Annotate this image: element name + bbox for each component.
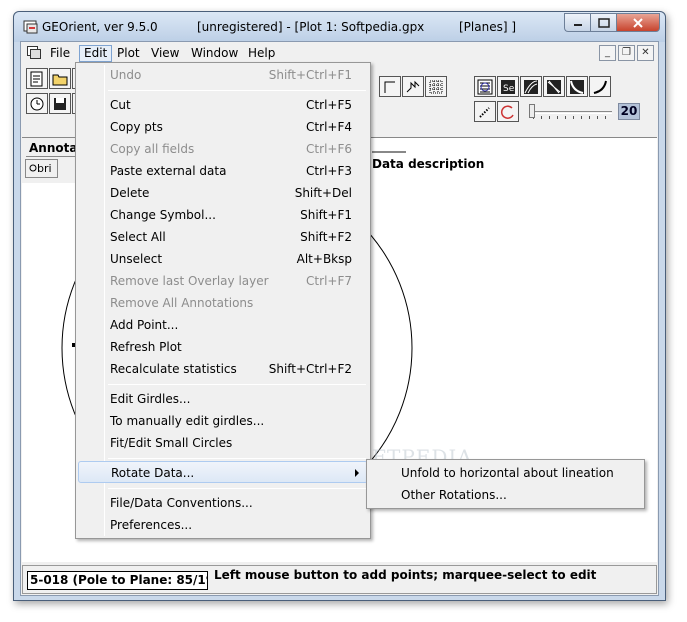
edit-menu-dropdown: Undo Shift+Ctrl+F1 Cut Ctrl+F5 Copy pts Ctr… — [75, 62, 371, 539]
menu-item-refresh-plot[interactable]: Refresh Plot — [78, 336, 368, 358]
se-icon: Se — [501, 79, 515, 94]
menu-item-delete[interactable]: Delete Shift+Del — [78, 182, 368, 204]
menu-item-rotate-data[interactable]: Rotate Data... — [78, 461, 368, 483]
rotate-submenu: Unfold to horizontal about lineation Oth… — [366, 459, 645, 509]
document-icon[interactable] — [27, 46, 41, 59]
toolbar-tool-3-button[interactable] — [425, 76, 447, 97]
menu-separator — [108, 384, 366, 385]
toolbar-circle-button[interactable] — [497, 101, 519, 122]
menu-separator — [108, 488, 366, 489]
caption-buttons — [564, 13, 660, 32]
mdi-close-button[interactable]: ✕ — [637, 45, 654, 61]
bracket-icon — [384, 81, 395, 93]
menu-item-recalculate[interactable]: Recalculate statistics Shift+Ctrl+F2 — [78, 358, 368, 380]
toolbar-save-button[interactable] — [49, 93, 71, 114]
close-icon — [633, 17, 643, 28]
size-slider-thumb[interactable] — [529, 104, 535, 118]
submenu-arrow-icon — [355, 469, 359, 477]
menu-separator — [108, 458, 366, 459]
projection-icon — [570, 79, 584, 94]
menu-item-file-conventions[interactable]: File/Data Conventions... — [78, 492, 368, 514]
menu-item-select-all[interactable]: Select All Shift+F2 — [78, 226, 368, 248]
toolbar-tool-1-button[interactable] — [379, 76, 401, 97]
toolbar-projection-button[interactable] — [566, 76, 588, 97]
data-description-line — [372, 151, 406, 153]
menu-item-remove-annotations[interactable]: Remove All Annotations — [78, 292, 368, 314]
minimize-icon — [573, 23, 582, 26]
data-description-label: Data description — [372, 157, 485, 171]
toolbar-rose-button[interactable] — [543, 76, 565, 97]
toolbar-stats-button[interactable] — [474, 76, 496, 97]
size-slider-track[interactable] — [530, 111, 612, 114]
menu-window[interactable]: Window — [186, 45, 243, 62]
save-disk-icon — [54, 97, 66, 110]
menu-item-unselect[interactable]: Unselect Alt+Bksp — [78, 248, 368, 270]
status-message: Left mouse button to add points; marquee… — [214, 568, 597, 582]
menu-item-change-symbol[interactable]: Change Symbol... Shift+F1 — [78, 204, 368, 226]
status-bar: 5-018 (Pole to Plane: 85/198) Left mouse… — [22, 565, 657, 594]
minimize-button[interactable] — [564, 13, 590, 32]
title-bar[interactable]: GEOrient, ver 9.5.0 [unregistered] - [Pl… — [14, 12, 665, 42]
menu-item-manual-girdles[interactable]: To manually edit girdles... — [78, 410, 368, 432]
size-slider-ticks — [533, 116, 611, 119]
toolbar-dots-button[interactable] — [474, 101, 496, 122]
toolbar-clock-button[interactable] — [26, 93, 48, 114]
annotation-button[interactable]: bri — [25, 159, 58, 178]
annotation-icon — [29, 164, 37, 172]
grid-icon — [429, 80, 443, 93]
app-icon — [23, 20, 38, 34]
menu-item-preferences[interactable]: Preferences... — [78, 514, 368, 536]
menu-separator — [108, 90, 366, 91]
submenu-item-unfold[interactable]: Unfold to horizontal about lineation — [369, 462, 642, 484]
menu-help[interactable]: Help — [243, 45, 280, 62]
menu-item-undo[interactable]: Undo Shift+Ctrl+F1 — [78, 64, 368, 86]
menu-bar: File Edit Plot View Window Help _ ❐ ✕ — [21, 42, 658, 64]
menu-item-paste-external[interactable]: Paste external data Ctrl+F3 — [78, 160, 368, 182]
open-folder-icon — [52, 74, 68, 85]
maximize-icon — [597, 17, 610, 28]
menu-item-edit-girdles[interactable]: Edit Girdles... — [78, 388, 368, 410]
svg-text:Se: Se — [503, 84, 515, 94]
clock-icon — [30, 97, 44, 110]
menu-file[interactable]: File — [45, 45, 75, 62]
menu-edit[interactable]: Edit — [79, 45, 113, 62]
toolbar-open-button[interactable] — [49, 68, 71, 89]
toolbar-arc-button[interactable] — [589, 76, 611, 97]
toolbar-new-button[interactable] — [26, 68, 48, 89]
stats-table-icon — [477, 79, 493, 94]
menu-item-small-circles[interactable]: Fit/Edit Small Circles — [78, 432, 368, 454]
toolbar-tool-2-button[interactable] — [402, 76, 424, 97]
toolbar-se-button[interactable]: Se — [497, 76, 519, 97]
mdi-minimize-button[interactable]: _ — [599, 45, 616, 61]
small-circle-icon — [500, 104, 514, 119]
new-document-icon — [30, 71, 43, 86]
menu-item-copy-all-fields[interactable]: Copy all fields Ctrl+F6 — [78, 138, 368, 160]
rose-diagram-icon — [547, 79, 561, 94]
submenu-item-other-rotations[interactable]: Other Rotations... — [369, 484, 642, 506]
size-slider-value: 20 — [618, 103, 640, 120]
window-title-document: [unregistered] - [Plot 1: Softpedia.gpx — [197, 20, 425, 34]
mdi-restore-button[interactable]: ❐ — [618, 45, 635, 61]
menu-item-copy-pts[interactable]: Copy pts Ctrl+F4 — [78, 116, 368, 138]
menu-plot[interactable]: Plot — [112, 45, 145, 62]
menu-view[interactable]: View — [146, 45, 184, 62]
arc-icon — [593, 80, 607, 94]
window-title-mode: [Planes] ] — [459, 20, 517, 34]
step-lines-icon — [406, 80, 420, 92]
status-point-info: 5-018 (Pole to Plane: 85/198) — [27, 571, 208, 590]
menu-item-cut[interactable]: Cut Ctrl+F5 — [78, 94, 368, 116]
toolbar-contour-button[interactable] — [520, 76, 542, 97]
scatter-dots-icon — [479, 106, 490, 118]
contour-icon — [524, 79, 538, 94]
window-title: GEOrient, ver 9.5.0 — [42, 20, 158, 34]
mdi-buttons: _ ❐ ✕ — [599, 45, 654, 61]
maximize-button[interactable] — [590, 13, 616, 32]
close-button[interactable] — [616, 13, 660, 32]
menu-item-add-point[interactable]: Add Point... — [78, 314, 368, 336]
menu-item-remove-overlay[interactable]: Remove last Overlay layer Ctrl+F7 — [78, 270, 368, 292]
